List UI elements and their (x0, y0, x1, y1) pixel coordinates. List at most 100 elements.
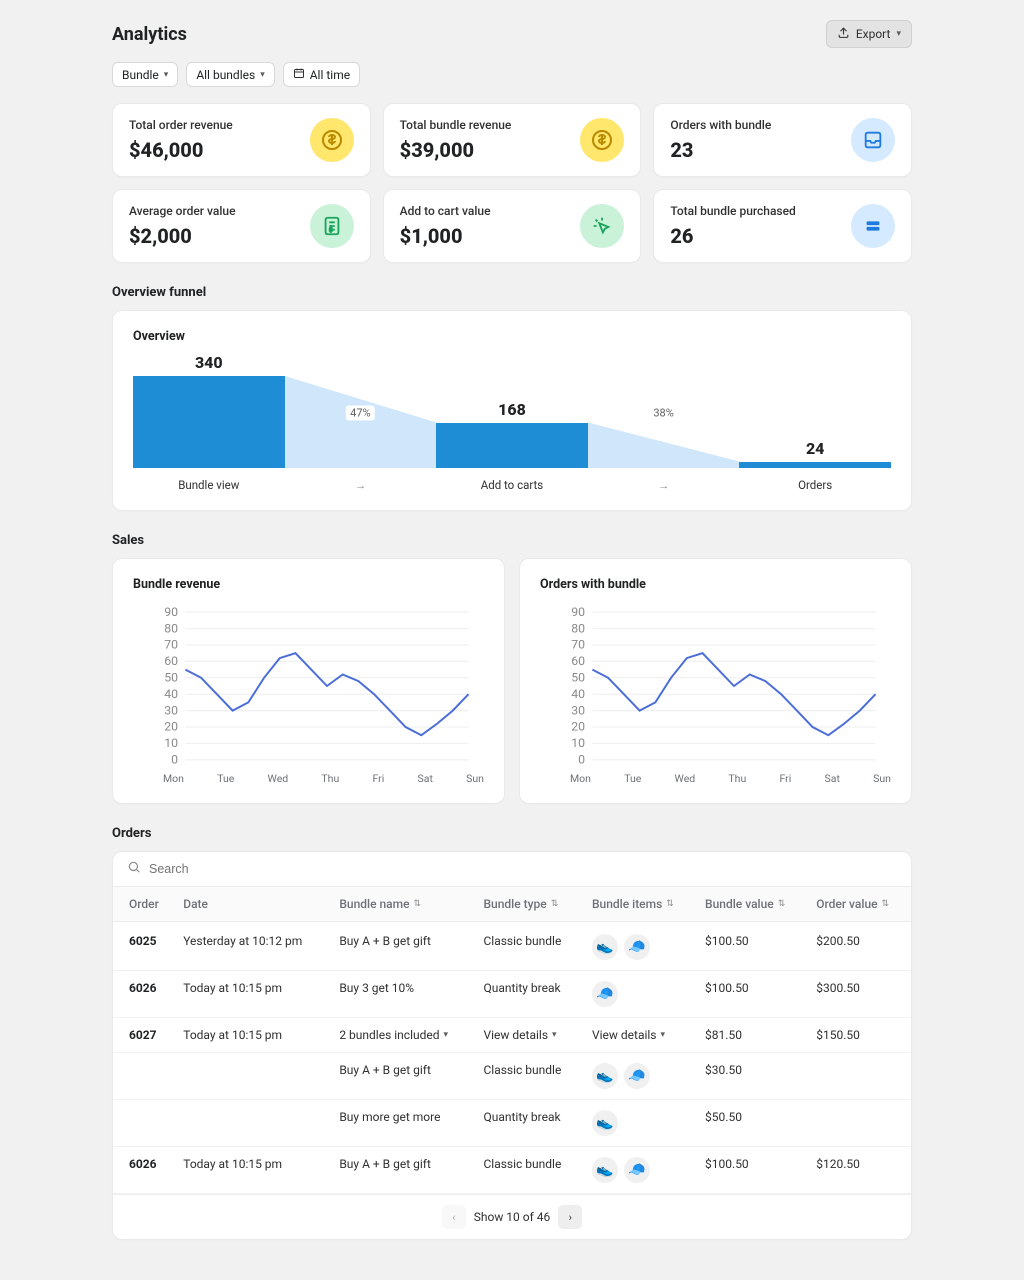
bundle-type: Quantity break (475, 1100, 583, 1147)
svg-text:60: 60 (571, 655, 585, 669)
order-id[interactable]: 6027 (113, 1018, 175, 1053)
panel-title: Bundle revenue (133, 577, 484, 592)
order-id[interactable]: 6025 (113, 922, 175, 971)
shoe-icon: 👟 (592, 934, 618, 960)
funnel-value: 340 (195, 353, 223, 372)
order-value: $120.50 (808, 1147, 911, 1194)
bundle-name: Buy A + B get gift (331, 1053, 475, 1100)
section-title-funnel: Overview funnel (112, 285, 912, 300)
hat-icon: 🧢 (624, 1063, 650, 1089)
col-bundle-name[interactable]: Bundle name ⇅ (331, 887, 475, 922)
line-chart: 9080706050403020100 (133, 606, 484, 766)
col-order[interactable]: Order (113, 887, 175, 922)
chevron-down-icon: ▾ (260, 70, 265, 80)
sales-chart-panel: Bundle revenue 9080706050403020100 MonTu… (112, 558, 505, 804)
svg-text:0: 0 (171, 754, 178, 768)
sort-icon: ⇅ (666, 899, 674, 909)
col-bundle-type[interactable]: Bundle type ⇅ (475, 887, 583, 922)
chevron-down-icon: ▾ (164, 70, 169, 80)
view-details-link[interactable]: View details ▾ (483, 1028, 556, 1042)
metric-card: Average order value $2,000 $ (112, 189, 371, 263)
filter-all-bundles[interactable]: All bundles ▾ (186, 62, 274, 87)
bundle-name: Buy A + B get gift (331, 1147, 475, 1194)
metric-card: Add to cart value$1,000 (383, 189, 642, 263)
metric-value: $39,000 (400, 138, 512, 162)
order-id[interactable]: 6026 (113, 1147, 175, 1194)
metric-value: 23 (670, 138, 771, 162)
svg-text:70: 70 (571, 639, 585, 653)
pager-next[interactable]: › (558, 1205, 582, 1229)
bundle-items: 👟🧢 (592, 1157, 689, 1183)
filter-bundle[interactable]: Bundle ▾ (112, 62, 178, 87)
hat-icon: 🧢 (592, 981, 618, 1007)
order-id[interactable]: 6026 (113, 971, 175, 1018)
bundle-value: $100.50 (697, 922, 808, 971)
hat-icon: 🧢 (624, 934, 650, 960)
x-label: Thu (321, 772, 339, 785)
pager-prev[interactable]: ‹ (442, 1205, 466, 1229)
filter-label: All time (310, 68, 350, 82)
col-order-value[interactable]: Order value ⇅ (808, 887, 911, 922)
page-title: Analytics (112, 24, 187, 45)
arrow-icon: → (285, 478, 437, 492)
funnel-drop-label: 38% (649, 406, 677, 421)
inbox-icon (851, 118, 895, 162)
coin-icon (310, 118, 354, 162)
col-date[interactable]: Date (175, 887, 331, 922)
filter-all-time[interactable]: All time (283, 62, 360, 87)
coin-icon (580, 118, 624, 162)
sort-icon: ⇅ (882, 899, 890, 909)
orders-panel: Order Date Bundle name ⇅ Bundle type ⇅ B… (112, 851, 912, 1240)
bundles-included-toggle[interactable]: 2 bundles included ▾ (339, 1028, 448, 1042)
order-date: Today at 10:15 pm (175, 1147, 331, 1194)
export-button[interactable]: Export ▾ (826, 20, 912, 48)
search-input[interactable] (149, 862, 897, 876)
sales-chart-panel: Orders with bundle 9080706050403020100 M… (519, 558, 912, 804)
shoe-icon: 👟 (592, 1157, 618, 1183)
x-label: Fri (372, 772, 384, 785)
sort-icon: ⇅ (551, 899, 559, 909)
table-row: 6025 Yesterday at 10:12 pm Buy A + B get… (113, 922, 911, 971)
panel-title: Overview (133, 329, 891, 344)
metric-card: Total bundle revenue $39,000 (383, 103, 642, 177)
bundle-type: Classic bundle (475, 922, 583, 971)
funnel-gap: 47% (285, 358, 437, 468)
col-bundle-items[interactable]: Bundle items ⇅ (584, 887, 697, 922)
funnel-step-label: Orders (739, 478, 891, 492)
arrow-icon: → (588, 478, 740, 492)
order-value: $300.50 (808, 971, 911, 1018)
bundle-value: $50.50 (697, 1100, 808, 1147)
x-label: Sun (873, 772, 891, 785)
metric-value: 26 (670, 224, 795, 248)
view-details-link[interactable]: View details ▾ (592, 1028, 665, 1042)
x-label: Wed (268, 772, 289, 785)
stack-icon (851, 204, 895, 248)
bundle-name: Buy A + B get gift (331, 922, 475, 971)
x-label: Sun (466, 772, 484, 785)
svg-text:0: 0 (578, 754, 585, 768)
click-icon (580, 204, 624, 248)
funnel-bar (739, 462, 891, 468)
svg-text:90: 90 (164, 606, 178, 620)
bundle-name: Buy 3 get 10% (331, 971, 475, 1018)
order-date: Today at 10:15 pm (175, 971, 331, 1018)
metric-value: $1,000 (400, 224, 491, 248)
receipt-icon: $ (310, 204, 354, 248)
sort-icon: ⇅ (414, 899, 422, 909)
bundle-value: $100.50 (697, 971, 808, 1018)
funnel-value: 168 (498, 400, 526, 419)
funnel-value: 24 (806, 439, 824, 458)
col-bundle-value[interactable]: Bundle value ⇅ (697, 887, 808, 922)
metric-label: Total bundle revenue (400, 118, 512, 132)
funnel-step: 24 (739, 439, 891, 468)
metric-value: $2,000 (129, 224, 236, 248)
shoe-icon: 👟 (592, 1110, 618, 1136)
funnel-drop-label: 47% (346, 406, 374, 421)
chevron-down-icon: ▾ (444, 1030, 449, 1040)
bundle-value: $100.50 (697, 1147, 808, 1194)
x-label: Tue (217, 772, 234, 785)
x-label: Mon (570, 772, 591, 785)
metric-label: Average order value (129, 204, 236, 218)
panel-title: Orders with bundle (540, 577, 891, 592)
svg-text:30: 30 (571, 704, 585, 718)
